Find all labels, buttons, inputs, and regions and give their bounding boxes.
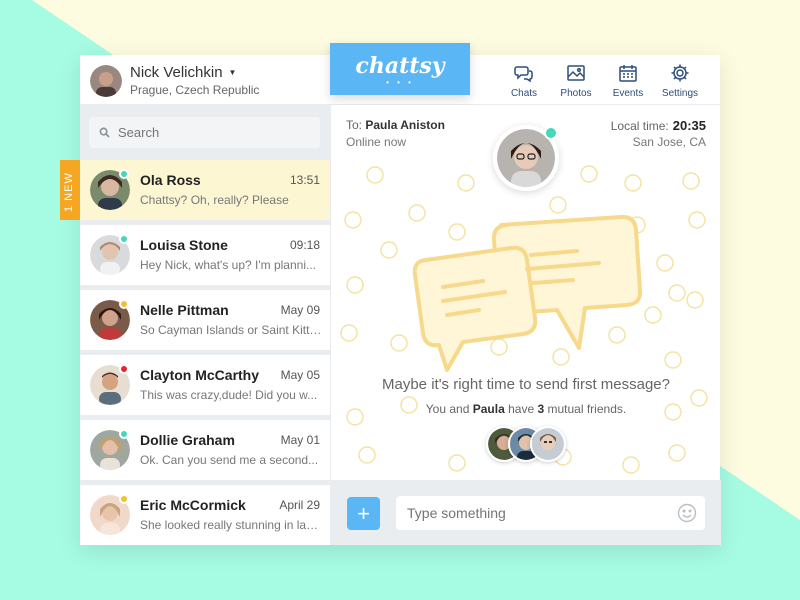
nav-chats[interactable]: Chats [498,63,550,99]
search-icon [99,127,110,138]
add-attachment-button[interactable]: + [347,497,380,530]
local-time-label: Local time: [610,119,669,133]
chat-preview: Chattsy? Oh, really? Please [140,193,289,207]
sub-prefix: You and [425,402,470,416]
app-logo: chattsy • • • [330,43,470,95]
sub-suffix: mutual friends. [547,402,627,416]
chat-item-dollie-graham[interactable]: Dollie Graham May 01 Ok. Can you send me… [80,420,330,480]
recipient-name[interactable]: Paula Aniston [365,118,445,132]
chat-time: May 01 [280,433,320,447]
nav-events[interactable]: Events [602,63,654,99]
logo-dots: • • • [386,78,414,87]
chat-time: May 09 [280,303,320,317]
chat-name: Nelle Pittman [140,302,229,318]
to-label: To: [346,118,363,132]
recipient-line: To: Paula Aniston [346,118,445,132]
nav-photos-label: Photos [560,88,592,99]
local-time: Local time: 20:35 [611,118,706,133]
mutual-friends-text: You and Paula have 3 mutual friends. [331,402,721,416]
chat-bubbles-icon [412,214,643,372]
chat-preview: Hey Nick, what's up? I'm planni... [140,258,316,272]
empty-state-title: Maybe it's right time to send first mess… [382,376,670,393]
chat-preview: She looked really stunning in last... [140,518,322,532]
sub-name: Paula [472,402,505,416]
chat-time: 13:51 [289,173,320,187]
status-online-dot [119,234,129,244]
chat-item-nelle-pittman[interactable]: Nelle Pittman May 09 So Cayman Islands o… [80,290,330,350]
new-messages-badge: 1 NEW [60,160,80,220]
nav-settings-label: Settings [661,88,699,99]
status-online-dot [544,126,558,140]
search-input[interactable] [118,125,308,140]
chat-preview: So Cayman Islands or Saint Kitts? [140,323,322,337]
current-user[interactable]: Nick Velichkin ▼ Prague, Czech Republic [90,64,259,97]
user-avatar [90,64,122,97]
photos-icon [567,65,585,81]
new-badge-label: 1 NEW [63,172,75,212]
nav-photos[interactable]: Photos [550,63,602,99]
nav-settings[interactable]: Settings [654,63,706,99]
chat-item-louisa-stone[interactable]: Louisa Stone 09:18 Hey Nick, what's up? … [80,225,330,285]
chat-app-window: Nick Velichkin ▼ Prague, Czech Republic … [60,43,721,545]
chat-name: Eric McCormick [140,497,246,513]
user-location: Prague, Czech Republic [130,83,260,97]
chat-item-ola-ross[interactable]: 1 NEW Ola Ross 13:51 Chattsy? Oh, really… [60,160,330,220]
recipient-status: Online now [346,135,407,149]
chat-name: Louisa Stone [140,237,228,253]
user-name-row: Nick Velichkin ▼ [130,64,259,81]
local-time-value: 20:35 [672,118,706,133]
mutual-friends-count: 3 [537,402,545,416]
status-away-dot [119,299,129,309]
avatar[interactable] [530,426,566,462]
chat-name: Ola Ross [140,172,201,188]
status-busy-dot [119,364,129,374]
status-online-dot [119,169,129,179]
emoji-icon[interactable] [677,503,697,523]
chat-item-clayton-mccarthy[interactable]: Clayton McCarthy May 05 This was crazy,d… [80,355,330,415]
chat-time: 09:18 [289,238,320,252]
main-nav: Chats Photos Events Settings [498,63,706,99]
conversation-panel: To: Paula Aniston Online now Local time:… [330,105,721,545]
user-name: Nick Velichkin [130,64,223,81]
sub-middle: have [508,402,535,416]
chat-time: May 05 [280,368,320,382]
chat-preview: This was crazy,dude! Did you w... [140,388,318,402]
chevron-down-icon[interactable]: ▼ [229,68,237,77]
search-box[interactable] [89,117,320,148]
events-icon [619,65,637,82]
message-composer: + [331,480,721,545]
status-online-dot [119,429,129,439]
chat-list: 1 NEW Ola Ross 13:51 Chattsy? Oh, really… [60,160,330,550]
chat-name: Dollie Graham [140,432,235,448]
chats-icon [514,66,533,83]
settings-icon [671,64,689,82]
chat-name: Clayton McCarthy [140,367,260,383]
chat-item-eric-mccormick[interactable]: Eric McCormick April 29 She looked reall… [80,485,330,545]
chat-sidebar: 1 NEW Ola Ross 13:51 Chattsy? Oh, really… [60,105,330,545]
message-input[interactable] [396,496,705,530]
app-header: Nick Velichkin ▼ Prague, Czech Republic … [80,43,720,105]
chat-preview: Ok. Can you send me a second... [140,453,319,467]
chat-time: April 29 [279,498,320,512]
status-away-dot [119,494,129,504]
nav-events-label: Events [612,88,644,99]
logo-text: chattsy [355,53,445,79]
recipient-location: San Jose, CA [632,135,706,149]
nav-chats-label: Chats [510,88,538,99]
